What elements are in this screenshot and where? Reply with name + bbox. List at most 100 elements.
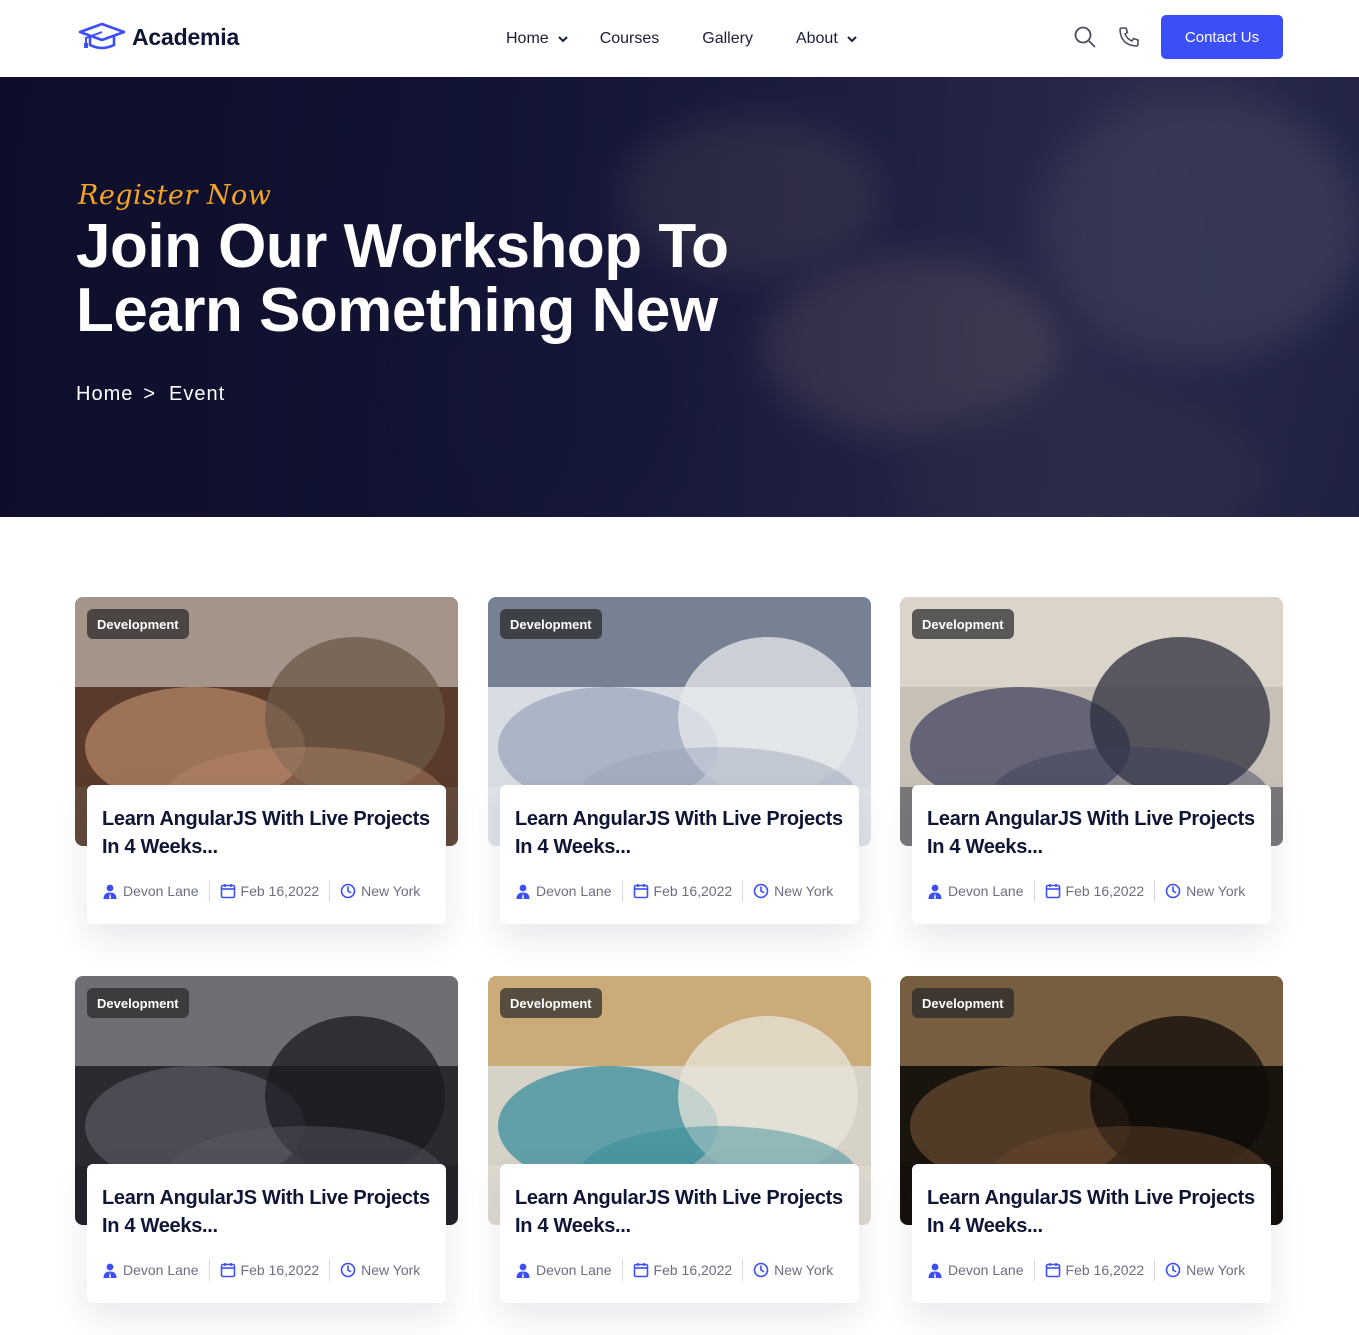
nav-item-home[interactable]: Home (506, 30, 569, 48)
chevron-right-icon: > (143, 383, 157, 405)
category-badge: Development (87, 609, 189, 639)
user-icon (516, 884, 530, 899)
event-location: New York (1165, 883, 1245, 899)
author-name: Devon Lane (948, 883, 1024, 899)
location-text: New York (361, 1262, 421, 1278)
meta-divider (1033, 880, 1035, 902)
event-date: Feb 16,2022 (1045, 1262, 1144, 1278)
event-date: Feb 16,2022 (633, 883, 733, 899)
calendar-icon (633, 884, 648, 899)
hero-tagline: Register Now (78, 180, 272, 211)
meta-divider (329, 1259, 331, 1281)
clock-icon (340, 883, 356, 899)
event-meta: Devon Lane Feb 16,2022 New York (515, 1259, 833, 1281)
event-card[interactable]: Development Learn AngularJS With Live Pr… (75, 597, 458, 924)
event-location: New York (753, 1262, 833, 1278)
event-author: Devon Lane (927, 883, 1024, 899)
category-badge: Development (912, 988, 1014, 1018)
calendar-icon (220, 884, 235, 899)
event-card[interactable]: Development Learn AngularJS With Live Pr… (488, 597, 871, 924)
breadcrumb: Home > Event (76, 383, 225, 406)
meta-divider (742, 880, 744, 902)
clock-icon (753, 1262, 769, 1278)
event-card[interactable]: Development Learn AngularJS With Live Pr… (75, 976, 458, 1303)
category-badge: Development (500, 988, 602, 1018)
nav-item-about[interactable]: About (796, 30, 858, 48)
nav-item-gallery[interactable]: Gallery (702, 30, 753, 48)
clock-icon (1165, 883, 1181, 899)
event-card[interactable]: Development Learn AngularJS With Live Pr… (900, 597, 1283, 924)
event-title[interactable]: Learn AngularJS With Live Projects In 4 … (102, 1184, 431, 1240)
author-name: Devon Lane (536, 883, 612, 899)
search-icon[interactable] (1073, 25, 1097, 49)
calendar-icon (220, 1263, 235, 1278)
nav-label: About (795, 30, 838, 47)
breadcrumb-home[interactable]: Home (76, 383, 133, 406)
category-badge: Development (500, 609, 602, 639)
event-card[interactable]: Development Learn AngularJS With Live Pr… (488, 976, 871, 1303)
meta-divider (621, 1259, 623, 1281)
event-date: Feb 16,2022 (220, 1262, 320, 1278)
event-date: Feb 16,2022 (633, 1262, 733, 1278)
event-date: Feb 16,2022 (1045, 883, 1145, 899)
contact-us-button[interactable]: Contact Us (1161, 15, 1283, 59)
hero-banner: Register Now Join Our Workshop To Learn … (0, 77, 1359, 517)
location-text: New York (361, 883, 421, 899)
event-card-body: Learn AngularJS With Live Projects In 4 … (87, 785, 446, 924)
event-meta: Devon Lane Feb 16,2022 New York (102, 1259, 420, 1281)
calendar-icon (633, 1263, 648, 1278)
user-icon (928, 1263, 942, 1278)
event-location: New York (1165, 1262, 1245, 1278)
event-author: Devon Lane (102, 883, 199, 899)
calendar-icon (1045, 884, 1060, 899)
user-icon (103, 884, 117, 899)
event-title[interactable]: Learn AngularJS With Live Projects In 4 … (927, 1184, 1256, 1240)
phone-icon[interactable] (1117, 25, 1141, 49)
author-name: Devon Lane (123, 883, 199, 899)
location-text: New York (1186, 883, 1246, 899)
event-date: Feb 16,2022 (220, 883, 319, 899)
breadcrumb-current: Event (169, 383, 226, 405)
graduation-cap-icon (78, 22, 126, 50)
meta-divider (329, 880, 331, 902)
category-badge: Development (912, 609, 1014, 639)
event-author: Devon Lane (102, 1262, 199, 1278)
event-card-body: Learn AngularJS With Live Projects In 4 … (912, 785, 1271, 924)
event-title[interactable]: Learn AngularJS With Live Projects In 4 … (515, 1184, 844, 1240)
author-name: Devon Lane (536, 1262, 612, 1278)
meta-divider (208, 1259, 210, 1281)
event-card-body: Learn AngularJS With Live Projects In 4 … (912, 1164, 1271, 1303)
date-text: Feb 16,2022 (240, 1262, 320, 1278)
meta-divider (742, 1259, 744, 1281)
event-title[interactable]: Learn AngularJS With Live Projects In 4 … (927, 805, 1256, 861)
event-title[interactable]: Learn AngularJS With Live Projects In 4 … (102, 805, 431, 861)
event-location: New York (340, 1262, 420, 1278)
meta-divider (208, 880, 210, 902)
date-text: Feb 16,2022 (653, 1262, 733, 1278)
event-card-body: Learn AngularJS With Live Projects In 4 … (87, 1164, 446, 1303)
nav-label: Gallery (702, 30, 753, 47)
author-name: Devon Lane (948, 1262, 1024, 1278)
date-text: Feb 16,2022 (653, 883, 733, 899)
event-author: Devon Lane (515, 1262, 612, 1278)
nav-label: Home (506, 30, 549, 47)
hero-title: Join Our Workshop To Learn Something New (76, 212, 729, 345)
logo[interactable]: Academia (78, 22, 239, 52)
author-name: Devon Lane (123, 1262, 199, 1278)
event-card[interactable]: Development Learn AngularJS With Live Pr… (900, 976, 1283, 1303)
event-author: Devon Lane (515, 883, 612, 899)
logo-text: Academia (132, 23, 240, 50)
date-text: Feb 16,2022 (1065, 883, 1145, 899)
user-icon (103, 1263, 117, 1278)
event-card-body: Learn AngularJS With Live Projects In 4 … (500, 1164, 859, 1303)
calendar-icon (1045, 1263, 1060, 1278)
event-location: New York (753, 883, 833, 899)
nav-label: Courses (599, 30, 660, 47)
event-meta: Devon Lane Feb 16,2022 New York (927, 1259, 1245, 1281)
chevron-down-icon (847, 36, 857, 43)
event-title[interactable]: Learn AngularJS With Live Projects In 4 … (515, 805, 844, 861)
event-meta: Devon Lane Feb 16,2022 New York (102, 880, 420, 902)
location-text: New York (1186, 1262, 1246, 1278)
nav-item-courses[interactable]: Courses (600, 30, 660, 48)
clock-icon (1165, 1262, 1181, 1278)
